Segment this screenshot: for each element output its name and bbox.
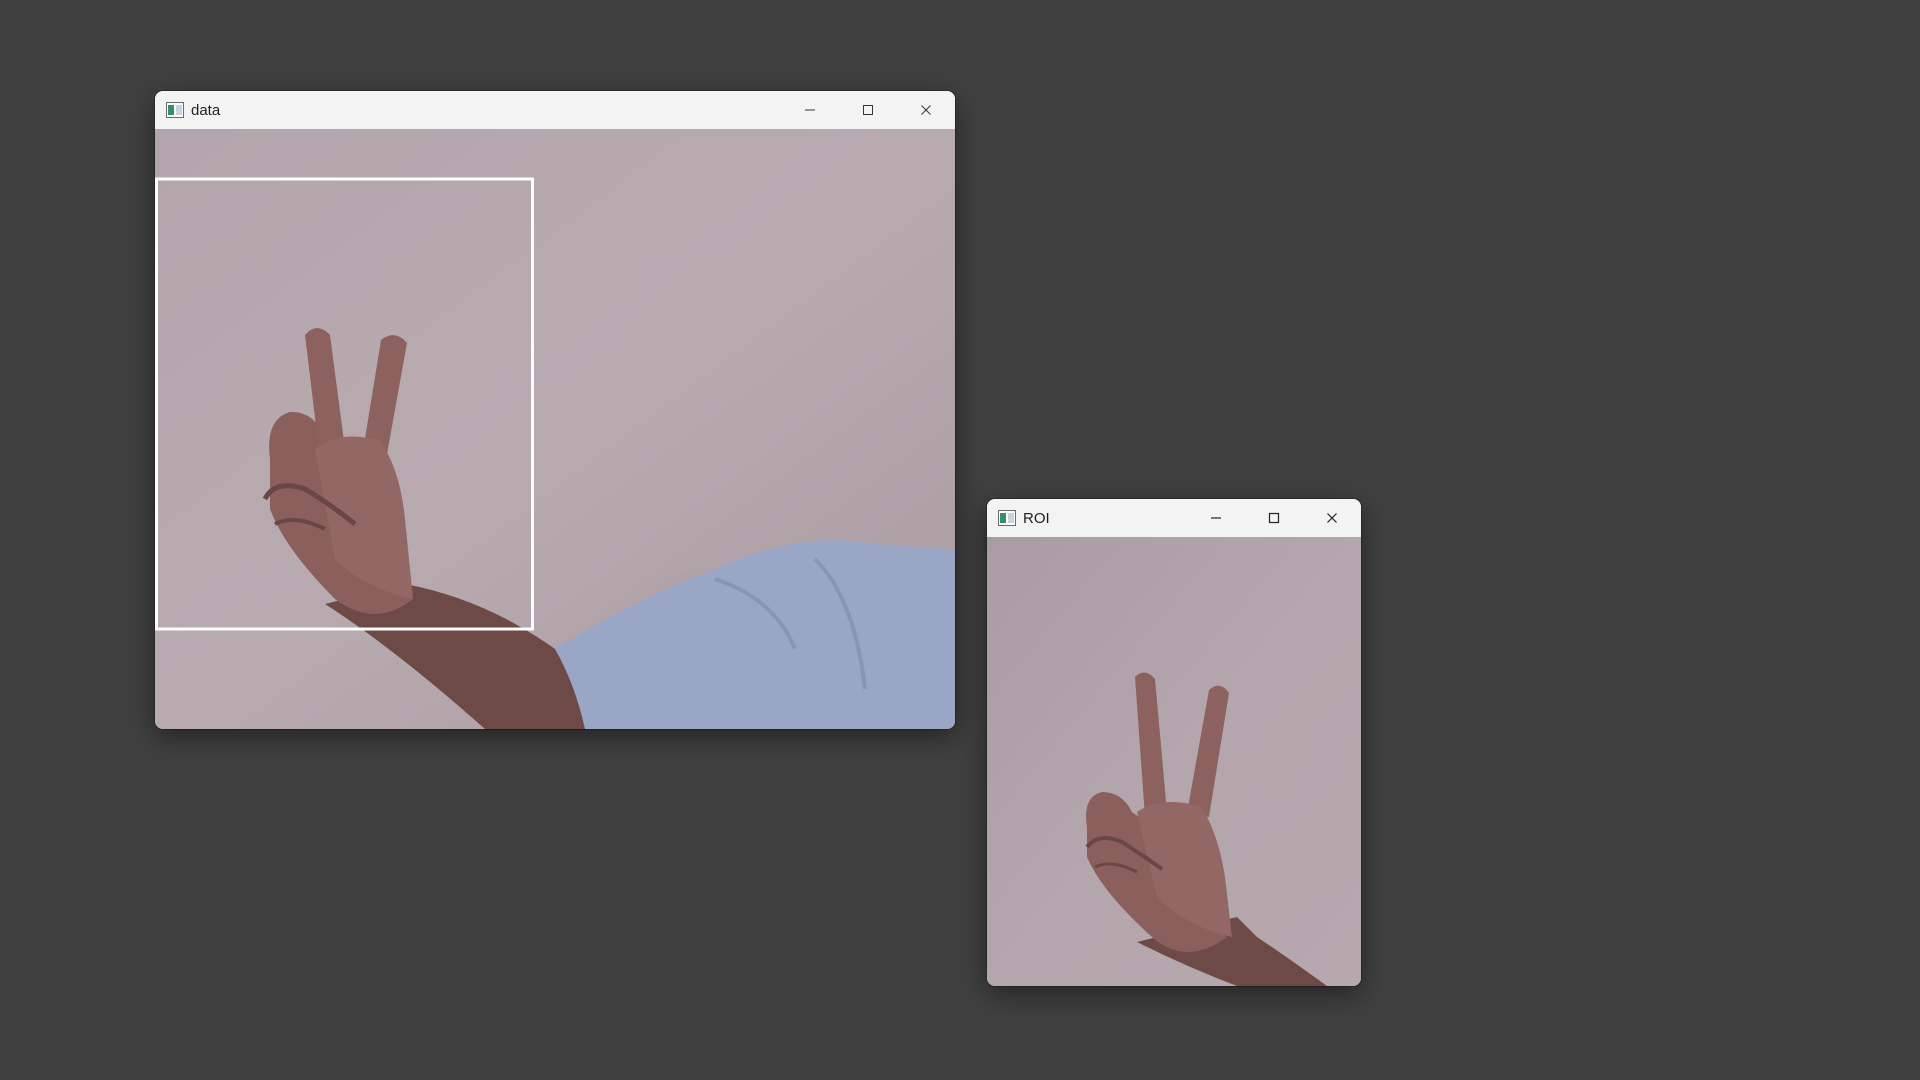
maximize-button[interactable] [839,91,897,129]
minimize-icon [805,109,815,111]
maximize-icon [863,105,873,115]
roi-window-titlebar[interactable]: ROI [987,499,1361,537]
close-button[interactable] [897,91,955,129]
data-window-titlebar[interactable]: data [155,91,955,129]
camera-frame [155,129,955,729]
roi-frame [987,537,1361,986]
desktop: data ROI [0,0,1920,1080]
data-window[interactable]: data [155,91,955,729]
roi-window[interactable]: ROI [987,499,1361,986]
roi-image [987,537,1361,986]
minimize-button[interactable] [1187,499,1245,537]
opencv-window-icon [165,100,185,120]
window-controls [1187,499,1361,537]
window-controls [781,91,955,129]
close-icon [921,105,931,115]
close-button[interactable] [1303,499,1361,537]
maximize-button[interactable] [1245,499,1303,537]
minimize-button[interactable] [781,91,839,129]
window-title: data [191,101,221,119]
close-icon [1327,513,1337,523]
maximize-icon [1268,512,1280,524]
opencv-window-icon [997,508,1017,528]
minimize-icon [1211,517,1221,519]
window-title: ROI [1023,509,1050,527]
camera-image [155,129,955,729]
